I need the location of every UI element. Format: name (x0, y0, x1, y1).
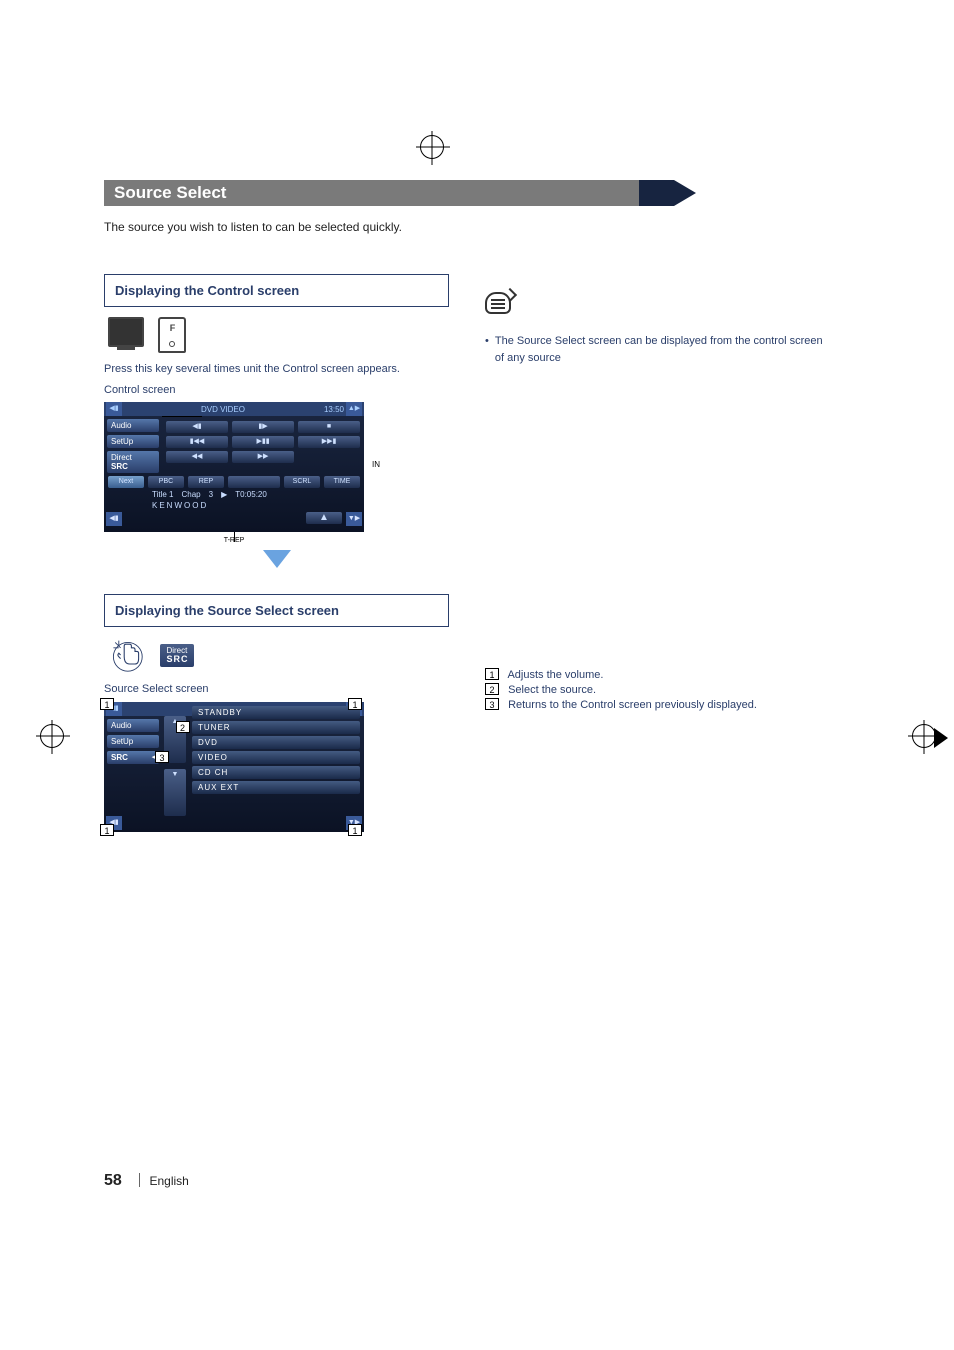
down-arrow-icon (263, 550, 291, 568)
note-bullet: • (485, 333, 489, 366)
remote-key-label: F (170, 323, 176, 333)
page-lang: English (149, 1174, 188, 1188)
arrow-mark-right (934, 728, 948, 748)
corner-tl: ◀▮ (106, 402, 122, 416)
btn-playpause: ▶▮▮ (232, 436, 294, 448)
legend-num-3: 3 (485, 698, 499, 710)
box-display-control: Displaying the Control screen (104, 274, 449, 307)
info-time: T0:05:20 (235, 490, 267, 499)
legend-2: 2 Select the source. (485, 683, 830, 696)
legend-text-3: Returns to the Control screen previously… (508, 699, 757, 711)
btn-prev: ▮◀◀ (166, 436, 228, 448)
note-line: • The Source Select screen can be displa… (485, 333, 830, 366)
box1-caption: Control screen (104, 382, 449, 399)
src-tuner: 2 TUNER (192, 721, 360, 734)
info-chap: Chap (182, 490, 201, 499)
legend-text-1: Adjusts the volume. (507, 669, 603, 681)
box1-instruction: Press this key several times unit the Co… (104, 361, 449, 378)
btn-scrl: SCRL (284, 476, 320, 488)
box1-title: Displaying the Control screen (115, 283, 438, 298)
legend-1: 1 Adjusts the volume. (485, 668, 830, 681)
btn-next: ▶▶▮ (298, 436, 360, 448)
box2-title: Displaying the Source Select screen (115, 603, 438, 618)
src-aux: AUX EXT (192, 781, 360, 794)
corner-bl: ◀▮ (106, 512, 122, 526)
src-cdch: CD CH (192, 766, 360, 779)
monitor-icon (108, 317, 144, 347)
direct-src-button: Direct SRC (160, 644, 194, 667)
src-standby: STANDBY (192, 706, 360, 719)
btn-time: TIME (324, 476, 360, 488)
callout-1-bl: 1 (100, 824, 114, 836)
callout-1-br: 1 (348, 824, 362, 836)
corner-br: ▼▶ (346, 512, 362, 526)
section-header: Source Select (104, 180, 674, 206)
btn-rew: ◀◀ (166, 451, 228, 463)
btn-stop: ■ (298, 421, 360, 433)
legend-text-2: Select the source. (508, 684, 596, 696)
legend-3: 3 Returns to the Control screen previous… (485, 698, 830, 711)
shot-clock: 13:50 (324, 405, 344, 414)
src-dvd: DVD (192, 736, 360, 749)
btn-ff: ▶▶ (232, 451, 294, 463)
info-brand: KENWOOD (152, 501, 208, 510)
side-audio: Audio (107, 419, 159, 432)
remote-icon: F (158, 317, 186, 353)
src-side-setup: SetUp (107, 735, 159, 748)
right-column: • The Source Select screen can be displa… (485, 274, 830, 844)
side-direct-src: DirectSRC (107, 451, 159, 473)
side-setup: SetUp (107, 435, 159, 448)
page-footer: 58 English (104, 1172, 189, 1190)
info-play: ▶ (221, 490, 227, 499)
legend-num-2: 2 (485, 683, 499, 695)
section-title: Source Select (104, 180, 674, 206)
btn-row3-next: Next (108, 476, 144, 488)
intro-text: The source you wish to listen to can be … (104, 220, 884, 234)
control-screen-shot: ◀▮ DVD VIDEO 13:50 ▲▶ Audio SetUp Direct… (104, 402, 364, 532)
shot-header: DVD VIDEO (201, 405, 245, 414)
callout-1-tl: 1 (100, 698, 114, 710)
registration-mark-left (40, 724, 64, 748)
note-icon (485, 292, 511, 314)
btn-rep: REP (188, 476, 224, 488)
btn-blank1 (228, 476, 280, 488)
box-display-source-select: Displaying the Source Select screen (104, 594, 449, 627)
btn-eject: ▲ (306, 512, 342, 524)
btn-step-back: ◀▮ (166, 421, 228, 433)
left-column: Displaying the Control screen F Press th… (104, 274, 449, 844)
corner-tr: ▲▶ (346, 402, 362, 416)
box2-caption: Source Select screen (104, 681, 449, 698)
touch-hand-icon (108, 637, 144, 673)
callout-1-tr: 1 (348, 698, 362, 710)
callout-2: 2 (176, 721, 190, 733)
src-video: VIDEO (192, 751, 360, 764)
source-select-shot: 1 1 1 1 ◀▮ ▲▶ Audio SetUp SRC ◀ (104, 702, 364, 832)
registration-mark-right (912, 724, 936, 748)
info-chapnum: 3 (209, 490, 213, 499)
callout-3: 3 (155, 751, 169, 763)
page-number: 58 (104, 1172, 122, 1189)
btn-pbc: PBC (148, 476, 184, 488)
in-label: IN (372, 460, 380, 469)
scroll-down-btn: ▼ (164, 769, 186, 816)
info-title: Title 1 (152, 490, 174, 499)
legend-num-1: 1 (485, 668, 499, 680)
src-side-src: SRC ◀ 3 (107, 751, 159, 764)
btn-step-fwd: ▮▶ (232, 421, 294, 433)
src-side-audio: Audio (107, 719, 159, 732)
page-content: Source Select The source you wish to lis… (104, 0, 884, 1350)
note-text: The Source Select screen can be displaye… (495, 333, 830, 366)
